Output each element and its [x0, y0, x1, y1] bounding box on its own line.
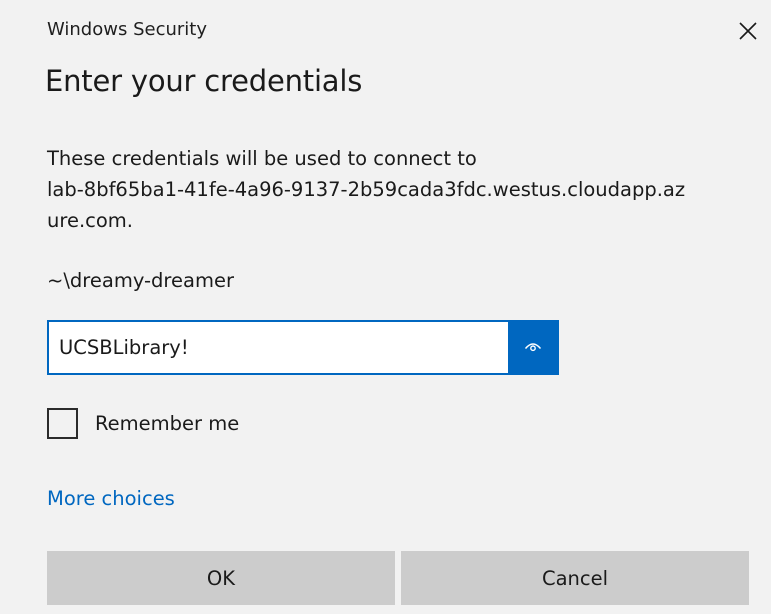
- username-label: ~\dreamy-dreamer: [47, 269, 234, 292]
- credentials-dialog: Windows Security Enter your credentials …: [0, 0, 771, 614]
- dialog-heading: Enter your credentials: [45, 64, 363, 98]
- message-line: These credentials will be used to connec…: [47, 147, 477, 170]
- more-choices-link[interactable]: More choices: [47, 487, 175, 510]
- connection-message: These credentials will be used to connec…: [47, 143, 752, 236]
- close-button[interactable]: [725, 8, 771, 54]
- cancel-button[interactable]: Cancel: [401, 551, 749, 605]
- message-line: ure.com.: [47, 209, 133, 232]
- window-title: Windows Security: [47, 19, 207, 40]
- reveal-password-button[interactable]: [508, 322, 557, 373]
- eye-icon: [524, 338, 542, 357]
- remember-me-checkbox[interactable]: [47, 408, 78, 439]
- remember-me-option[interactable]: Remember me: [47, 408, 239, 439]
- password-field-container: [47, 320, 559, 375]
- password-input[interactable]: [49, 322, 508, 373]
- remember-me-label: Remember me: [95, 412, 240, 435]
- message-line: lab-8bf65ba1-41fe-4a96-9137-2b59cada3fdc…: [47, 178, 686, 201]
- close-icon: [739, 22, 757, 40]
- ok-button[interactable]: OK: [47, 551, 395, 605]
